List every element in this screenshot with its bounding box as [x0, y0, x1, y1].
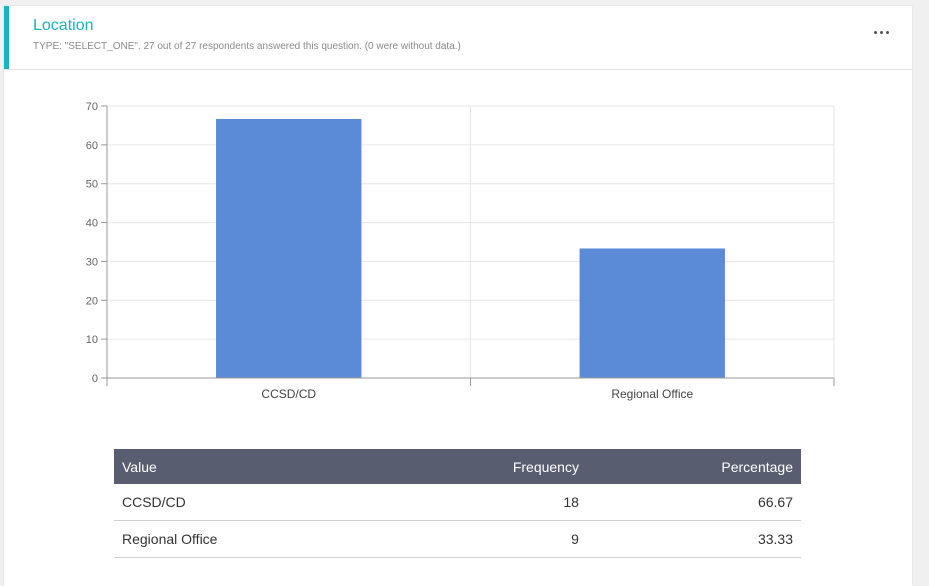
table-row: Regional Office 9 33.33	[114, 520, 801, 558]
y-tick-label: 0	[92, 373, 98, 385]
cell-value: Regional Office	[114, 520, 387, 558]
header-value: Value	[114, 449, 387, 484]
bar	[216, 118, 362, 379]
x-tick-label: CCSD/CD	[261, 387, 316, 401]
frequency-table: Value Frequency Percentage CCSD/CD 18 66…	[114, 449, 801, 558]
table-header-row: Value Frequency Percentage	[114, 449, 801, 484]
table-row: CCSD/CD 18 66.67	[114, 484, 801, 521]
bar	[579, 248, 725, 378]
y-tick-label: 20	[86, 295, 98, 307]
cell-value: CCSD/CD	[114, 484, 387, 521]
bar-chart: 0 10 20 30 40 50 60 70 CCSD/CD Regional Office	[86, 101, 835, 401]
y-tick-label: 40	[86, 218, 98, 230]
header-frequency: Frequency	[386, 449, 587, 484]
y-tick-label: 30	[86, 256, 98, 268]
y-tick-label: 70	[86, 101, 98, 113]
x-tick-label: Regional Office	[611, 387, 693, 401]
y-tick-label: 10	[86, 334, 98, 346]
y-tick-label: 60	[86, 140, 98, 152]
y-tick-label: 50	[86, 179, 98, 191]
cell-percentage: 33.33	[586, 520, 801, 558]
cell-frequency: 18	[386, 484, 587, 521]
cell-percentage: 66.67	[586, 484, 801, 521]
question-card: Location TYPE: "SELECT_ONE". 27 out of 2…	[4, 6, 912, 586]
cell-frequency: 9	[386, 520, 587, 558]
header-percentage: Percentage	[586, 449, 801, 484]
